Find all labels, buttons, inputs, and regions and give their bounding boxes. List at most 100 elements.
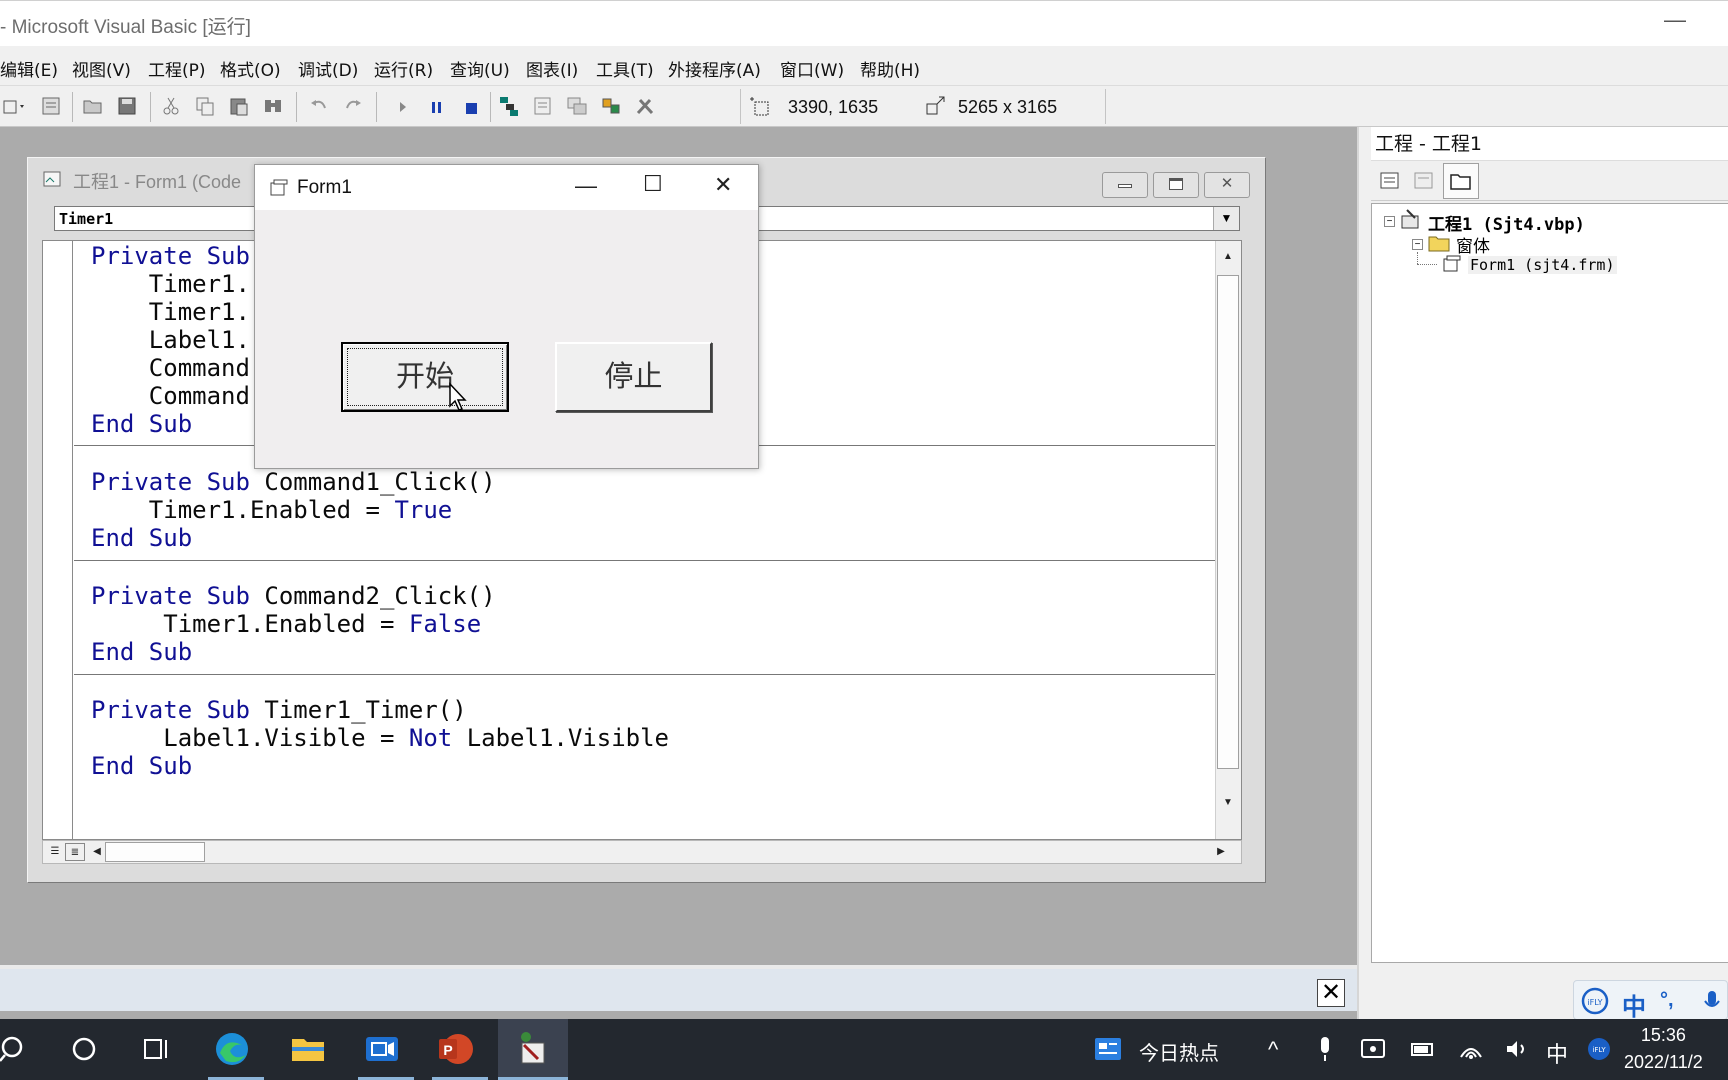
menu-tools[interactable]: 工具(T): [596, 56, 654, 81]
redo-icon[interactable]: [342, 95, 364, 117]
ime-chinese-mode[interactable]: 中: [1622, 987, 1646, 1022]
menu-edit[interactable]: 编辑(E): [0, 56, 58, 81]
properties-window-icon[interactable]: [532, 95, 554, 117]
ifly-tray-icon[interactable]: iFLY: [1586, 1036, 1612, 1062]
view-code-icon[interactable]: [1379, 170, 1401, 192]
code-line: Private Sub Timer1_Timer(): [91, 696, 467, 724]
code-minimize-button[interactable]: [1102, 172, 1148, 198]
file-explorer-icon[interactable]: [288, 1031, 328, 1067]
video-app-icon[interactable]: [362, 1031, 402, 1067]
minimize-button[interactable]: —: [1664, 7, 1686, 33]
add-form-icon[interactable]: [2, 95, 28, 117]
break-icon[interactable]: [426, 95, 448, 117]
mouse-cursor-icon: [449, 382, 467, 411]
scroll-right-icon[interactable]: ▶: [1211, 843, 1231, 861]
news-icon[interactable]: [1094, 1036, 1122, 1062]
size-readout: 5265 x 3165: [958, 97, 1058, 117]
folder-icon: [1428, 236, 1450, 252]
object-browser-icon[interactable]: [600, 95, 622, 117]
ime-punctuation-icon[interactable]: °,: [1660, 989, 1674, 1012]
taskbar: P 今日热点 ^ 中 iFLY 15:36 2022/11/2: [0, 1019, 1728, 1080]
save-project-icon[interactable]: [116, 95, 138, 117]
form-layout-icon[interactable]: [566, 95, 588, 117]
battery-icon[interactable]: [1410, 1037, 1436, 1061]
form1-maximize-button[interactable]: ☐: [643, 171, 663, 197]
menu-debug[interactable]: 调试(D): [298, 56, 358, 81]
news-widget[interactable]: 今日热点: [1139, 1037, 1219, 1066]
chevron-down-icon[interactable]: ▼: [1213, 207, 1239, 230]
wifi-icon[interactable]: [1458, 1037, 1484, 1061]
paste-icon[interactable]: [228, 95, 250, 117]
menu-query[interactable]: 查询(U): [450, 56, 510, 81]
end-icon[interactable]: [460, 95, 482, 117]
microphone-icon[interactable]: [1702, 989, 1722, 1015]
chevron-up-icon[interactable]: ^: [1268, 1037, 1278, 1063]
vb6-taskbar-item[interactable]: [498, 1019, 568, 1080]
clock-date: 2022/11/2: [1624, 1052, 1703, 1072]
ime-indicator[interactable]: 中: [1546, 1037, 1568, 1069]
menu-window[interactable]: 窗口(W): [780, 56, 844, 81]
project-explorer-icon[interactable]: [498, 95, 520, 117]
cortana-icon[interactable]: [64, 1031, 104, 1067]
folder-icon: [1450, 174, 1471, 190]
horizontal-scrollbar[interactable]: ☰ ≣ ◀ ▶: [42, 840, 1242, 864]
procedure-view-icon[interactable]: ☰: [45, 843, 65, 861]
menu-run[interactable]: 运行(R): [374, 56, 433, 81]
scroll-left-icon[interactable]: ◀: [87, 843, 107, 861]
tree-project-node[interactable]: 工程1 (Sjt4.vbp): [1428, 210, 1585, 235]
ifly-icon[interactable]: iFLY: [1580, 987, 1610, 1015]
search-icon[interactable]: [0, 1031, 30, 1067]
open-project-icon[interactable]: [82, 95, 104, 117]
menu-format[interactable]: 格式(O): [220, 56, 281, 81]
code-line: Label1.Visible = Not Label1.Visible: [91, 724, 669, 752]
code-line: Timer1.Enabled = True: [91, 496, 453, 524]
vertical-scrollbar[interactable]: ▲ ▼: [1215, 241, 1241, 839]
standard-toolbar: 3390, 1635 5265 x 3165: [0, 86, 1728, 127]
svg-text:P: P: [443, 1042, 452, 1058]
code-line: Timer1.Enabled = False: [91, 610, 482, 638]
svg-text:iFLY: iFLY: [1587, 998, 1602, 1007]
scroll-thumb[interactable]: [1217, 275, 1239, 769]
scroll-up-icon[interactable]: ▲: [1216, 247, 1240, 267]
microphone-icon[interactable]: [1316, 1035, 1334, 1063]
form1-minimize-button[interactable]: —: [575, 173, 597, 199]
hscroll-thumb[interactable]: [105, 842, 205, 862]
full-module-view-icon[interactable]: ≣: [65, 843, 85, 861]
menu-help[interactable]: 帮助(H): [860, 56, 920, 81]
network-status-icon[interactable]: [1360, 1037, 1386, 1061]
code-line: Command: [91, 382, 250, 410]
powerpoint-icon[interactable]: P: [436, 1031, 476, 1067]
task-view-icon[interactable]: [136, 1031, 176, 1067]
scroll-down-icon[interactable]: ▼: [1216, 793, 1240, 813]
menu-addins[interactable]: 外接程序(A): [668, 56, 761, 81]
find-icon[interactable]: [262, 95, 284, 117]
view-object-icon[interactable]: [1413, 170, 1435, 192]
menu-diagram[interactable]: 图表(I): [526, 56, 578, 81]
form-icon: [1443, 255, 1461, 272]
start-button[interactable]: 开始: [341, 342, 509, 412]
immediate-close-button[interactable]: ✕: [1317, 979, 1345, 1007]
clock[interactable]: 15:36 2022/11/2: [1624, 1025, 1703, 1073]
toolbox-icon[interactable]: [634, 95, 656, 117]
collapse-icon[interactable]: −: [1384, 216, 1395, 227]
edge-browser-icon[interactable]: [212, 1031, 252, 1067]
project-explorer-toolbar: [1371, 161, 1728, 201]
volume-icon[interactable]: [1504, 1037, 1530, 1061]
cut-icon[interactable]: [160, 95, 182, 117]
code-close-button[interactable]: ✕: [1204, 172, 1250, 198]
form1-close-button[interactable]: ✕: [714, 172, 732, 198]
copy-icon[interactable]: [194, 95, 216, 117]
procedure-block: Private Sub Command2_Click() Timer1.Enab…: [74, 561, 1215, 675]
project-explorer: 工程 - 工程1 − 工程1 (Sjt4.vbp) − 窗体 Form1 (sj…: [1357, 127, 1728, 1019]
start-icon[interactable]: [392, 95, 414, 117]
project-explorer-title: 工程 - 工程1: [1375, 133, 1483, 155]
undo-icon[interactable]: [308, 95, 330, 117]
menu-editor-icon[interactable]: [40, 95, 62, 117]
stop-button[interactable]: 停止: [555, 342, 712, 412]
toggle-folders-button[interactable]: [1443, 163, 1479, 199]
tree-form1-node[interactable]: Form1 (sjt4.frm): [1468, 256, 1617, 274]
collapse-icon[interactable]: −: [1412, 239, 1423, 250]
menu-project[interactable]: 工程(P): [148, 56, 206, 81]
menu-view[interactable]: 视图(V): [72, 56, 131, 81]
code-restore-button[interactable]: [1153, 172, 1199, 198]
